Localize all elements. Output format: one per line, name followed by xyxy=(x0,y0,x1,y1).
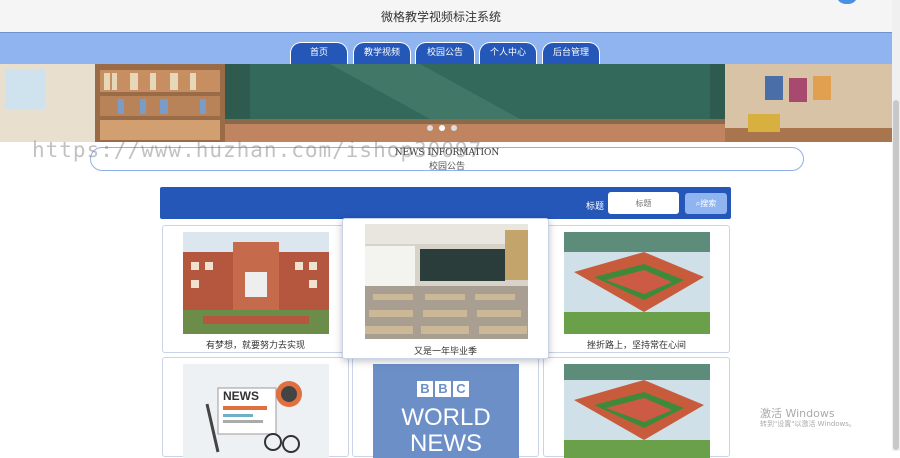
nav-admin[interactable]: 后台管理 xyxy=(542,42,600,64)
main-nav: 首页 教学视频 校园公告 个人中心 后台管理 xyxy=(0,32,892,65)
card-image xyxy=(564,364,710,458)
news-card[interactable]: 挫折路上，坚持常在心间 xyxy=(543,225,730,353)
nav-teaching-videos[interactable]: 教学视频 xyxy=(353,42,411,64)
nav-home[interactable]: 首页 xyxy=(290,42,348,64)
news-card[interactable]: 又是一年毕业季 xyxy=(342,218,549,359)
nav-personal-center[interactable]: 个人中心 xyxy=(479,42,537,64)
card-image xyxy=(183,232,329,334)
windows-activation-hint: 转到"设置"以激活 Windows。 xyxy=(760,420,856,428)
scrollbar-thumb[interactable] xyxy=(893,100,899,450)
site-title: 微格教学视频标注系统 xyxy=(380,10,501,24)
news-card[interactable] xyxy=(543,357,730,458)
card-caption: 有梦想，就要努力去实现 xyxy=(205,341,305,351)
bbc-logo: BBC xyxy=(417,381,469,397)
search-label: 标题 xyxy=(586,202,605,212)
watermark-text: https://www.huzhan.com/ishop30097 xyxy=(32,138,483,162)
news-card[interactable]: 有梦想，就要努力去实现 xyxy=(162,225,349,353)
news-card[interactable]: NEWS xyxy=(162,357,349,458)
card-image: BBC WORLD NEWS xyxy=(373,364,519,458)
hero-banner xyxy=(0,64,892,142)
card-caption: 挫折路上，坚持常在心间 xyxy=(586,341,686,351)
nav-campus-notices[interactable]: 校园公告 xyxy=(415,42,475,64)
search-button[interactable]: ⌕搜索 xyxy=(685,193,727,214)
card-image: NEWS xyxy=(183,364,329,458)
card-image xyxy=(564,232,710,334)
news-card[interactable]: BBC WORLD NEWS xyxy=(352,357,539,458)
search-button-label: 搜索 xyxy=(700,199,717,208)
news-word: NEWS xyxy=(223,389,259,403)
search-input[interactable] xyxy=(608,192,679,214)
card-image xyxy=(365,224,528,339)
card-caption: 又是一年毕业季 xyxy=(413,347,477,357)
